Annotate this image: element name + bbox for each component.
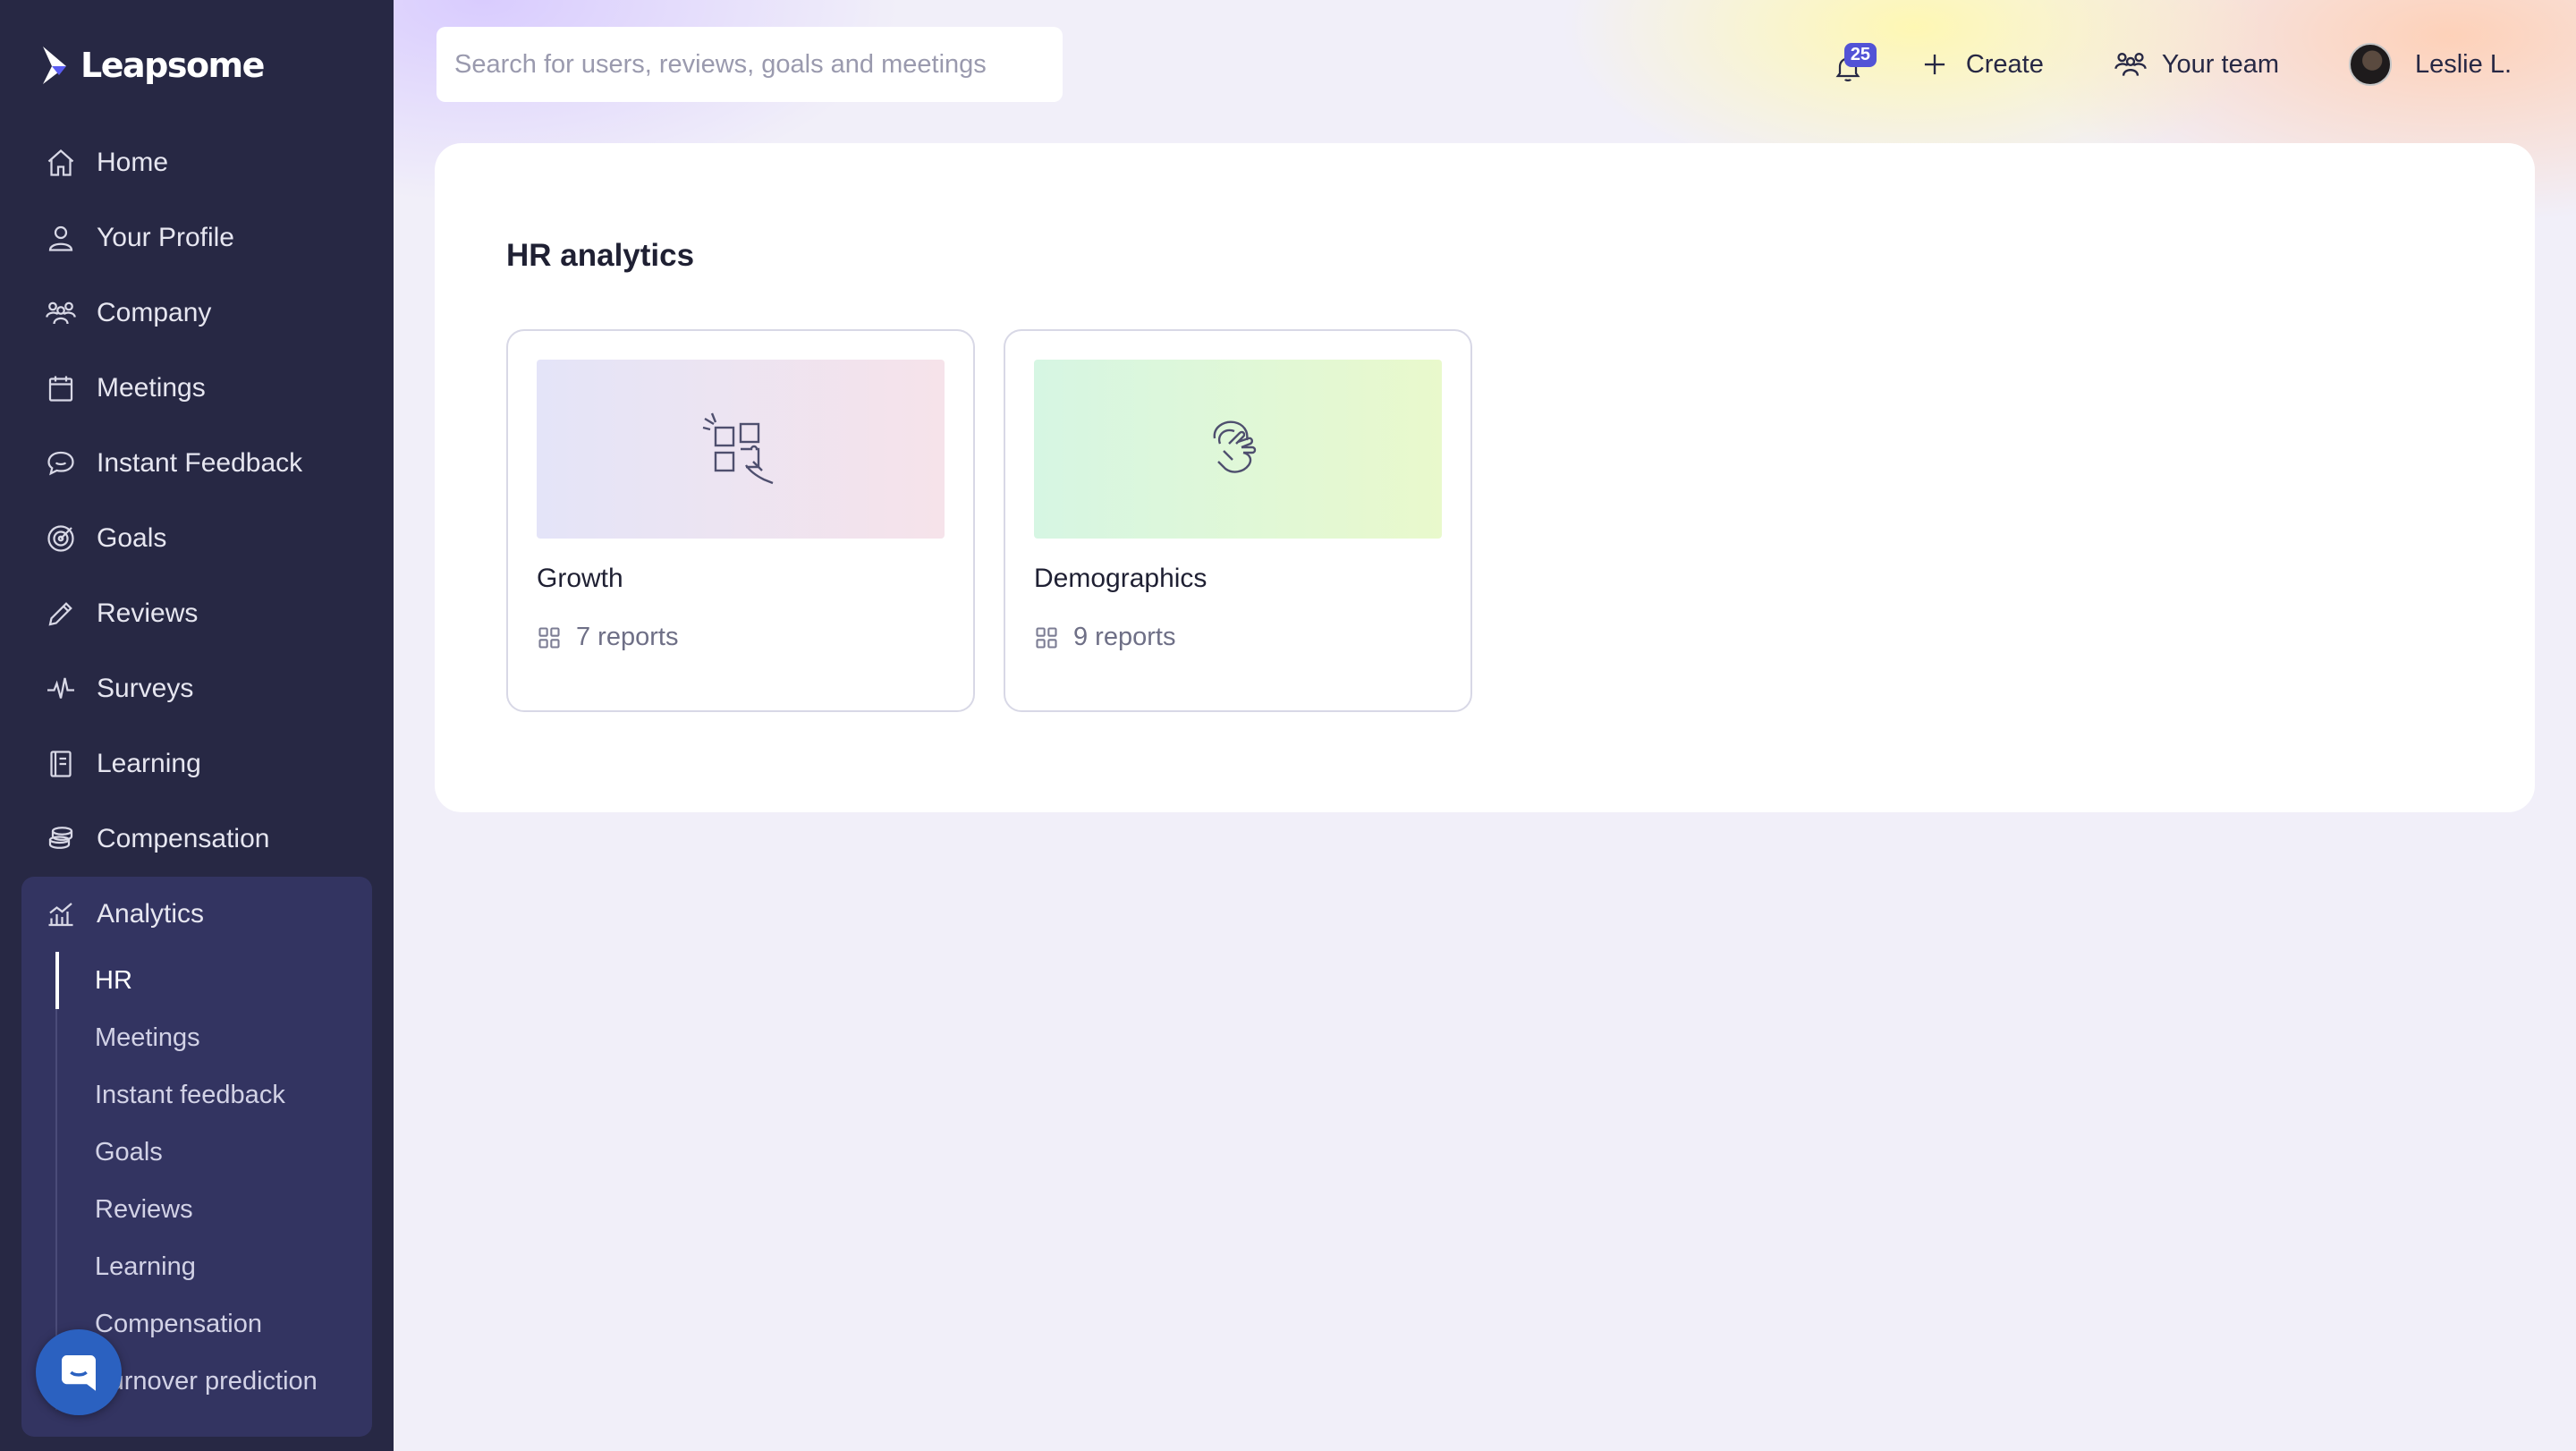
sidebar-item-label: Compensation bbox=[97, 824, 270, 853]
report-count-label: 7 reports bbox=[576, 623, 679, 651]
user-name: Leslie L. bbox=[2414, 49, 2512, 79]
subnav-item-reviews[interactable]: Reviews bbox=[55, 1181, 372, 1238]
avatar bbox=[2348, 43, 2392, 86]
tile-illustration bbox=[537, 360, 945, 539]
tile-title: Growth bbox=[537, 564, 623, 593]
tile-title: Demographics bbox=[1034, 564, 1208, 593]
tile-illustration bbox=[1034, 360, 1442, 539]
sidebar-item-instant-feedback[interactable]: Instant Feedback bbox=[21, 426, 372, 501]
sidebar-item-goals[interactable]: Goals bbox=[21, 501, 372, 576]
leapsome-logo-icon bbox=[43, 47, 66, 84]
sidebar-item-compensation[interactable]: Compensation bbox=[21, 802, 372, 877]
team-icon bbox=[2114, 52, 2147, 76]
sidebar-item-label: Company bbox=[97, 298, 212, 327]
pencil-icon bbox=[45, 598, 77, 630]
grid-icon bbox=[1036, 626, 1057, 649]
sidebar-item-learning[interactable]: Learning bbox=[21, 726, 372, 802]
create-label: Create bbox=[1965, 49, 2044, 79]
sidebar-nav: Home Your Profile Company Meetings Insta… bbox=[21, 125, 372, 1437]
brand-name: Leapsome bbox=[80, 46, 265, 85]
target-icon bbox=[45, 522, 77, 555]
tile-report-count: 9 reports bbox=[1034, 623, 1442, 652]
company-icon bbox=[45, 297, 77, 329]
pulse-icon bbox=[45, 673, 77, 705]
tile-demographics[interactable]: Demographics 9 reports bbox=[1004, 329, 1472, 712]
page-title: HR analytics bbox=[506, 238, 695, 273]
puzzle-hand-icon bbox=[702, 412, 774, 485]
subnav-item-instant-feedback[interactable]: Instant feedback bbox=[55, 1066, 372, 1124]
sidebar-item-label: Analytics bbox=[97, 899, 205, 929]
search-input[interactable] bbox=[454, 49, 1063, 80]
subnav-item-goals[interactable]: Goals bbox=[55, 1124, 372, 1181]
book-icon bbox=[45, 748, 77, 780]
notifications-button[interactable]: 25 bbox=[1821, 39, 1877, 89]
sidebar-item-surveys[interactable]: Surveys bbox=[21, 651, 372, 726]
sidebar-item-label: Your Profile bbox=[97, 223, 234, 252]
hands-icon bbox=[1213, 420, 1257, 473]
sidebar: Leapsome Home Your Profile Company Meeti… bbox=[0, 0, 394, 1451]
report-count-label: 9 reports bbox=[1073, 623, 1176, 651]
tile-report-count: 7 reports bbox=[537, 623, 945, 652]
sidebar-item-reviews[interactable]: Reviews bbox=[21, 576, 372, 651]
sidebar-item-label: Meetings bbox=[97, 373, 206, 403]
plus-icon bbox=[1924, 54, 1945, 75]
subnav-item-learning[interactable]: Learning bbox=[55, 1238, 372, 1295]
brand-logo[interactable]: Leapsome bbox=[39, 43, 265, 88]
notification-count-badge: 25 bbox=[1843, 43, 1877, 67]
sidebar-item-analytics[interactable]: Analytics bbox=[21, 877, 372, 952]
sidebar-item-label: Instant Feedback bbox=[97, 448, 303, 478]
subnav-item-hr[interactable]: HR bbox=[55, 952, 372, 1009]
calendar-icon bbox=[45, 372, 77, 404]
sidebar-item-label: Surveys bbox=[97, 674, 194, 703]
sidebar-item-label: Home bbox=[97, 148, 169, 177]
global-search[interactable] bbox=[436, 27, 1063, 102]
analytics-tiles: Growth 7 reports Demographics 9 reports bbox=[506, 329, 1472, 712]
sidebar-item-label: Reviews bbox=[97, 598, 199, 628]
user-icon bbox=[45, 222, 77, 254]
your-team-label: Your team bbox=[2161, 49, 2279, 79]
sidebar-item-home[interactable]: Home bbox=[21, 125, 372, 200]
chat-launcher-button[interactable] bbox=[36, 1329, 122, 1415]
create-button[interactable]: Create bbox=[1918, 47, 2044, 81]
chat-launcher-icon bbox=[62, 1355, 96, 1391]
header-actions: 25 Create Your team Leslie L. bbox=[1821, 27, 2512, 102]
hr-analytics-panel: HR analytics Growth 7 reports Demographi… bbox=[435, 143, 2535, 812]
your-team-button[interactable]: Your team bbox=[2114, 47, 2279, 81]
user-menu[interactable]: Leslie L. bbox=[2348, 43, 2512, 86]
subnav-item-meetings[interactable]: Meetings bbox=[55, 1009, 372, 1066]
tile-growth[interactable]: Growth 7 reports bbox=[506, 329, 975, 712]
analytics-chart-icon bbox=[45, 898, 77, 930]
sidebar-item-label: Goals bbox=[97, 523, 167, 553]
sidebar-item-label: Learning bbox=[97, 749, 201, 778]
coins-icon bbox=[45, 823, 77, 855]
sidebar-item-company[interactable]: Company bbox=[21, 276, 372, 351]
sidebar-item-meetings[interactable]: Meetings bbox=[21, 351, 372, 426]
home-icon bbox=[45, 147, 77, 179]
sidebar-item-your-profile[interactable]: Your Profile bbox=[21, 200, 372, 276]
grid-icon bbox=[538, 626, 560, 649]
chat-bubble-icon bbox=[45, 447, 77, 479]
